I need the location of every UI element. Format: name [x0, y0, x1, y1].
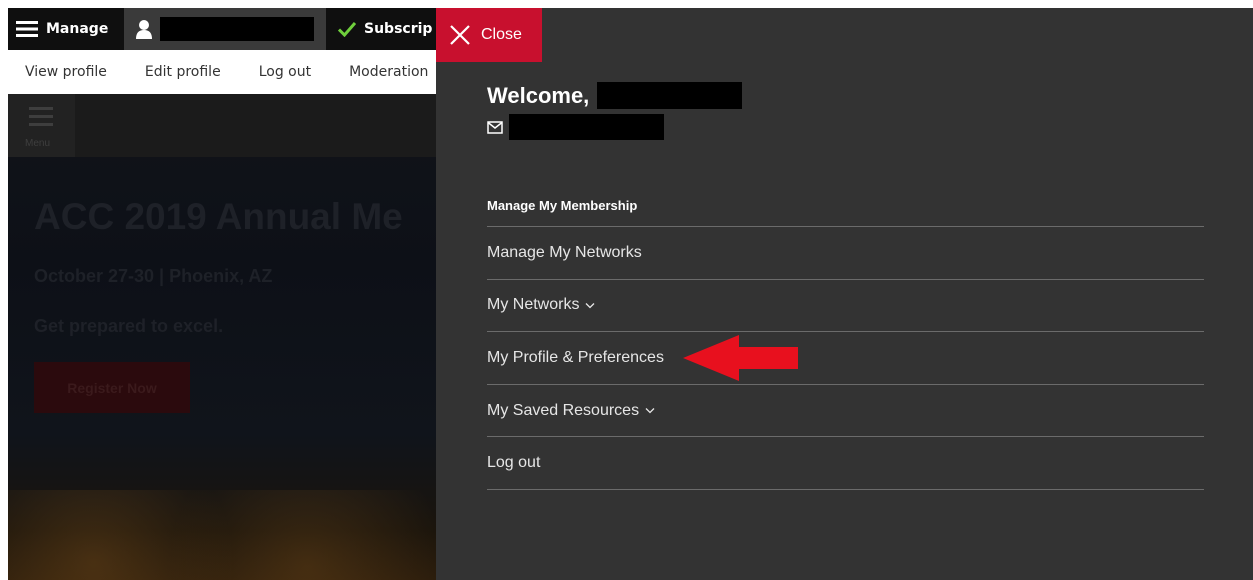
- manage-membership-heading[interactable]: Manage My Membership: [487, 185, 1204, 227]
- site-menu-button[interactable]: Menu: [8, 94, 75, 157]
- menu-label: Menu: [25, 138, 51, 149]
- view-profile-link[interactable]: View profile: [25, 64, 107, 80]
- moderation-link[interactable]: Moderation: [349, 64, 428, 80]
- close-button[interactable]: Close: [436, 8, 542, 62]
- user-tab[interactable]: [124, 8, 326, 50]
- menu-item-label: My Networks: [487, 296, 580, 314]
- redacted-username: [160, 17, 314, 41]
- edit-profile-link[interactable]: Edit profile: [145, 64, 221, 80]
- menu-icon-line: [29, 107, 53, 110]
- user-secondary-bar: View profile Edit profile Log out Modera…: [8, 50, 436, 94]
- subscriptions-label: Subscrip: [364, 21, 433, 37]
- checkmark-icon: [338, 22, 356, 37]
- hero-date: October 27-30 | Phoenix, AZ: [34, 266, 273, 286]
- menu-item-profile-preferences[interactable]: My Profile & Preferences: [487, 332, 1204, 385]
- menu-item-manage-networks[interactable]: Manage My Networks: [487, 227, 1204, 280]
- welcome-heading: Welcome,: [487, 82, 743, 109]
- menu-item-label: Log out: [487, 454, 541, 472]
- welcome-text: Welcome,: [487, 82, 590, 108]
- subscriptions-tab[interactable]: Subscrip: [326, 8, 436, 50]
- city-lights-image: [8, 490, 436, 580]
- chevron-down-icon: [645, 407, 655, 414]
- register-now-button[interactable]: Register Now: [34, 362, 190, 413]
- menu-icon-line: [29, 123, 53, 126]
- red-arrow-annotation: [683, 335, 798, 381]
- user-icon: [136, 20, 152, 39]
- menu-item-label: My Saved Resources: [487, 401, 640, 419]
- manage-tab[interactable]: Manage: [8, 8, 124, 50]
- menu-item-label: My Profile & Preferences: [487, 348, 664, 366]
- menu-item-saved-resources[interactable]: My Saved Resources: [487, 385, 1204, 438]
- menu-icon-line: [29, 115, 53, 118]
- redacted-email: [509, 114, 664, 140]
- log-out-link[interactable]: Log out: [259, 64, 311, 80]
- membership-menu: Manage My Membership Manage My Networks …: [487, 185, 1204, 490]
- email-row: [487, 114, 664, 140]
- menu-item-my-networks[interactable]: My Networks: [487, 280, 1204, 333]
- close-icon: [450, 25, 470, 45]
- redacted-name: [597, 82, 743, 109]
- manage-label: Manage: [46, 21, 109, 37]
- admin-toolbar: Manage Subscrip: [8, 8, 436, 50]
- menu-item-label: Manage My Networks: [487, 243, 642, 261]
- hero-tagline: Get prepared to excel.: [34, 316, 224, 336]
- close-label: Close: [481, 26, 522, 43]
- envelope-icon: [487, 120, 503, 134]
- hero-title: ACC 2019 Annual Me: [34, 196, 403, 237]
- chevron-down-icon: [585, 302, 595, 309]
- menu-item-log-out[interactable]: Log out: [487, 437, 1204, 490]
- screen: Manage Subscrip View profile Edit profil…: [0, 0, 1253, 580]
- hero-banner: Menu ACC 2019 Annual Me October 27-30 | …: [8, 94, 436, 580]
- hamburger-icon: [16, 21, 38, 37]
